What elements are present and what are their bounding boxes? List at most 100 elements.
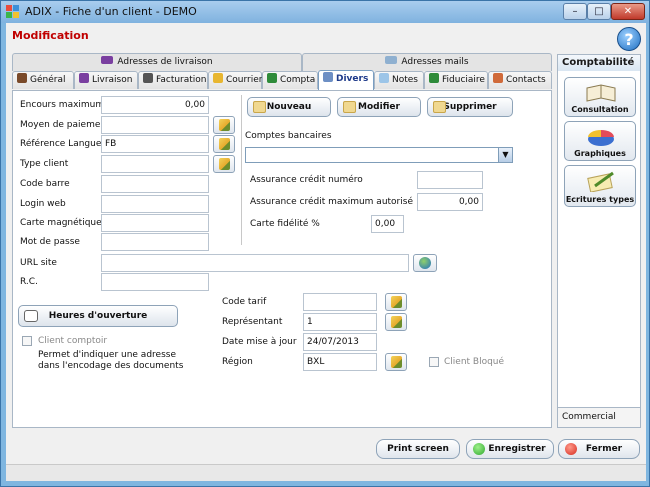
- nouveau-label: Nouveau: [266, 102, 312, 112]
- code-tarif-field[interactable]: [303, 293, 377, 311]
- code-tarif-label: Code tarif: [222, 297, 267, 307]
- status-bar: [6, 464, 646, 481]
- enregistrer-button[interactable]: Enregistrer: [466, 439, 554, 459]
- print-screen-button[interactable]: Print screen: [376, 439, 460, 459]
- type-client-edit-button[interactable]: [213, 155, 235, 173]
- red-dot-icon: [565, 443, 577, 455]
- sidebar-item-commercial[interactable]: Commercial: [557, 407, 641, 428]
- app-window: ADIX - Fiche d'un client - DEMO – □ ✕ Mo…: [0, 0, 650, 487]
- sidebar-item-graphiques[interactable]: Graphiques: [564, 121, 636, 161]
- sidebar-item-label: Consultation: [571, 105, 629, 114]
- langue-field[interactable]: FB: [101, 135, 209, 153]
- sidebar-item-consultation[interactable]: Consultation: [564, 77, 636, 117]
- type-client-label: Type client: [20, 159, 69, 169]
- client-comptoir-help: Permet d'indiquer une adresse dans l'enc…: [38, 350, 184, 371]
- supprimer-label: Supprimer: [443, 102, 497, 112]
- encours-field[interactable]: 0,00: [101, 96, 209, 114]
- contacts-icon: [493, 73, 503, 83]
- chevron-down-icon[interactable]: ▼: [498, 147, 513, 163]
- url-site-label: URL site: [20, 258, 57, 268]
- tab-adresses-livraison[interactable]: Adresses de livraison: [12, 53, 302, 71]
- ledger-icon: [267, 73, 277, 83]
- assurance-max-field[interactable]: 0,00: [417, 193, 483, 211]
- heures-ouverture-label: Heures d'ouverture: [48, 311, 148, 321]
- client-comptoir-label: Client comptoir: [38, 336, 108, 346]
- date-maj-label: Date mise à jour: [222, 337, 297, 347]
- moyen-paiement-field[interactable]: [101, 116, 209, 134]
- tab-label: Compta: [280, 75, 316, 85]
- comptes-bancaires-select[interactable]: ▼: [245, 147, 513, 163]
- tab-label: Adresses de livraison: [117, 57, 213, 67]
- sidebar-item-label: Ecritures types: [565, 195, 635, 204]
- assurance-max-label: Assurance crédit maximum autorisé: [250, 197, 413, 207]
- pie-chart-icon: [588, 130, 614, 146]
- representant-field[interactable]: 1: [303, 313, 377, 331]
- modifier-button[interactable]: Modifier: [337, 97, 421, 117]
- new-doc-icon: [253, 101, 266, 113]
- representant-edit-button[interactable]: [385, 313, 407, 331]
- open-url-button[interactable]: [413, 254, 437, 272]
- client-bloque-checkbox[interactable]: [429, 357, 439, 367]
- help-icon[interactable]: ?: [617, 27, 641, 51]
- tab-compta[interactable]: Compta: [262, 71, 318, 89]
- region-field[interactable]: BXL: [303, 353, 377, 371]
- sidebar-item-ecritures-types[interactable]: Ecritures types: [564, 165, 636, 207]
- code-barre-label: Code barre: [20, 179, 70, 189]
- type-client-field[interactable]: [101, 155, 209, 173]
- pencil-icon: [391, 296, 402, 308]
- title-bar: ADIX - Fiche d'un client - DEMO – □ ✕: [1, 1, 649, 23]
- pencil-icon: [391, 356, 402, 368]
- tools-icon: [17, 73, 27, 83]
- url-site-field[interactable]: [101, 254, 409, 272]
- tab-adresses-mails[interactable]: Adresses mails: [302, 53, 552, 71]
- tab-label: Notes: [392, 75, 418, 85]
- edit-icon: [343, 101, 356, 113]
- tab-livraison[interactable]: Livraison: [74, 71, 138, 89]
- tab-notes[interactable]: Notes: [374, 71, 424, 89]
- moyen-paiement-edit-button[interactable]: [213, 116, 235, 134]
- heures-ouverture-button[interactable]: Heures d'ouverture: [18, 305, 178, 327]
- tab-general[interactable]: Général: [12, 71, 74, 89]
- carte-magnetique-field[interactable]: [101, 214, 209, 232]
- tab-contacts[interactable]: Contacts: [488, 71, 552, 89]
- carte-fidelite-label: Carte fidélité %: [250, 219, 320, 229]
- tab-courrier[interactable]: Courrier: [208, 71, 262, 89]
- sidebar-item-label: Graphiques: [574, 149, 626, 158]
- langue-edit-button[interactable]: [213, 135, 235, 153]
- close-window-button[interactable]: ✕: [611, 3, 645, 20]
- notepad-pencil-icon: [587, 171, 614, 192]
- pencil-icon: [219, 138, 230, 150]
- book-icon: [586, 84, 616, 102]
- date-maj-field[interactable]: 24/07/2013: [303, 333, 377, 351]
- tab-divers[interactable]: Divers: [318, 70, 374, 90]
- comptes-bancaires-label: Comptes bancaires: [245, 131, 332, 141]
- assurance-numero-field[interactable]: [417, 171, 483, 189]
- code-barre-field[interactable]: [101, 175, 209, 193]
- region-edit-button[interactable]: [385, 353, 407, 371]
- code-tarif-edit-button[interactable]: [385, 293, 407, 311]
- tab-label: Adresses mails: [401, 57, 469, 67]
- tab-label: Fiduciaire: [442, 75, 485, 85]
- login-web-field[interactable]: [101, 195, 209, 213]
- tab-fiduciaire[interactable]: Fiduciaire: [424, 71, 488, 89]
- modifier-label: Modifier: [358, 102, 400, 112]
- truck-icon: [79, 73, 89, 83]
- carte-fidelite-field[interactable]: 0,00: [371, 215, 404, 233]
- client-area: Modification ? Adresses de livraison Adr…: [6, 23, 646, 481]
- tab-facturation[interactable]: Facturation: [138, 71, 208, 89]
- rc-field[interactable]: [101, 273, 209, 291]
- mot-de-passe-field[interactable]: [101, 233, 209, 251]
- minimize-button[interactable]: –: [563, 3, 587, 20]
- tab-label: Courrier: [226, 75, 263, 85]
- nouveau-button[interactable]: Nouveau: [247, 97, 331, 117]
- maximize-button[interactable]: □: [587, 3, 611, 20]
- sidebar: Comptabilité Consultation Graphiques Ecr…: [557, 54, 641, 428]
- fermer-button[interactable]: Fermer: [558, 439, 640, 459]
- delete-icon: [433, 101, 446, 113]
- tab-label: Facturation: [156, 75, 207, 85]
- langue-label: Référence Langue: [20, 139, 102, 149]
- client-comptoir-checkbox[interactable]: [22, 336, 32, 346]
- mot-de-passe-label: Mot de passe: [20, 237, 80, 247]
- supprimer-button[interactable]: Supprimer: [427, 97, 513, 117]
- sidebar-title: Comptabilité: [558, 55, 640, 71]
